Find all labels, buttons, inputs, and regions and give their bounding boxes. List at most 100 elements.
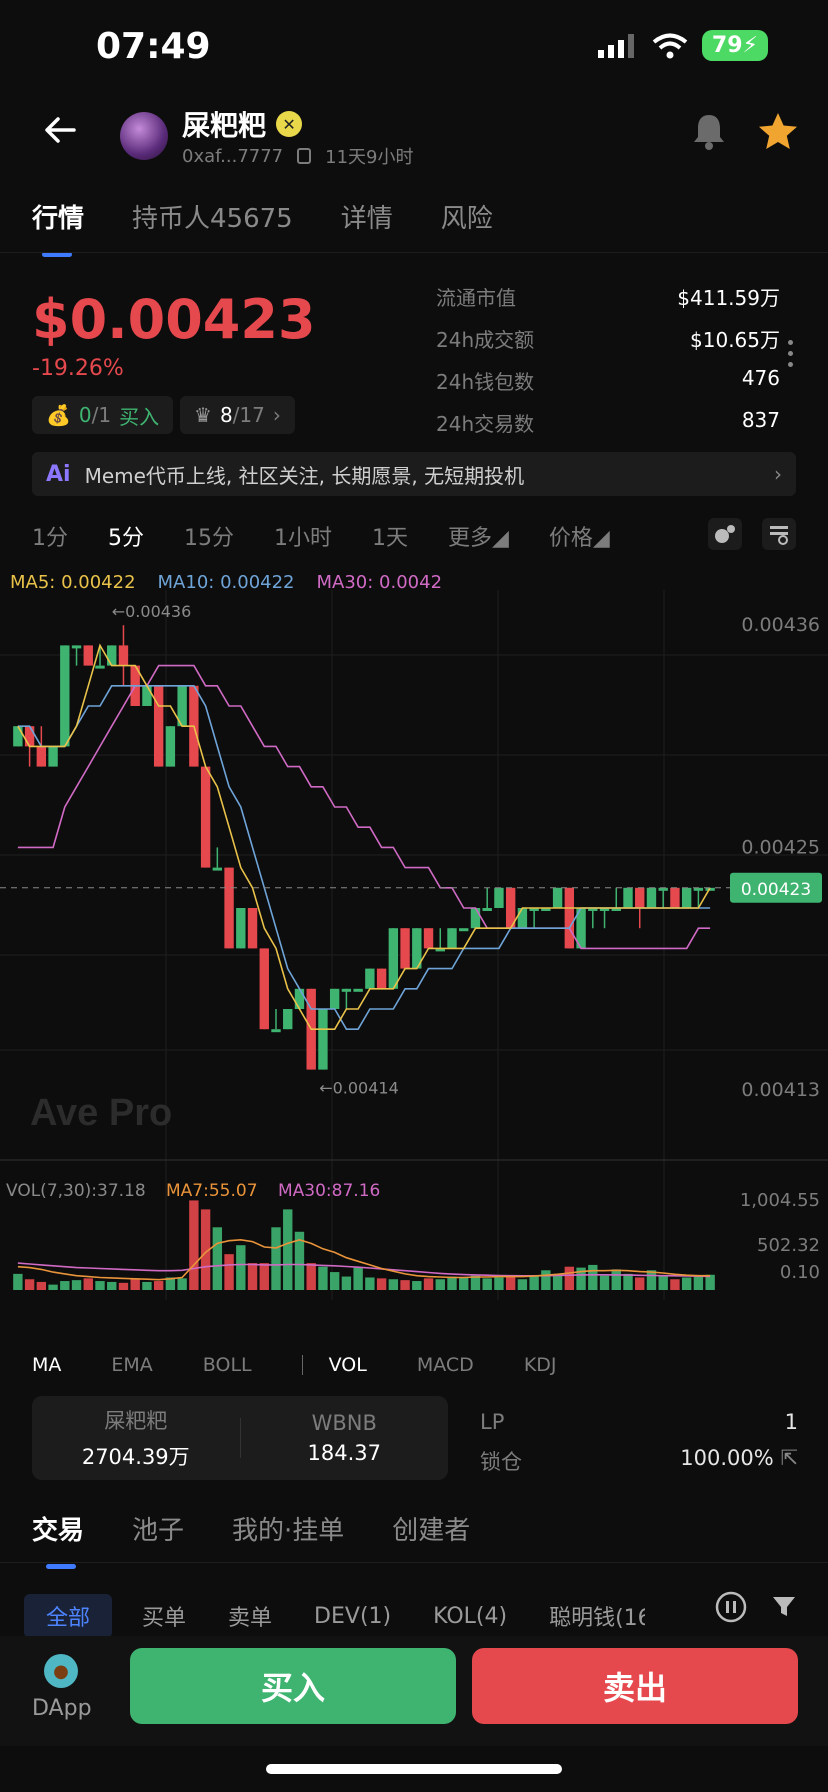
filter-buys[interactable]: 买单 <box>142 1600 186 1632</box>
ai-summary-banner[interactable]: Ai Meme代币上线, 社区关注, 长期愿景, 无短期投机 › <box>32 452 796 496</box>
tab-holders[interactable]: 持币人45675 <box>132 198 293 235</box>
candle-body <box>259 948 269 1030</box>
tab-pools[interactable]: 池子 <box>132 1510 184 1547</box>
bell-icon[interactable] <box>688 110 730 152</box>
candle-body <box>635 887 645 908</box>
vol-axis-label: 1,004.55 <box>740 1190 820 1211</box>
money-bag-icon: 💰 <box>46 403 71 427</box>
contract-address: 0xaf...7777 <box>182 145 284 167</box>
volume-bar <box>118 1282 129 1290</box>
bubble-icon[interactable] <box>708 518 742 550</box>
candle-body <box>341 988 352 992</box>
candle-body <box>13 726 23 747</box>
indicator-ma[interactable]: MA <box>32 1354 61 1376</box>
stat-row: 流通市值 $411.59万 <box>436 282 780 324</box>
timeframe-more[interactable]: 更多◢ <box>448 520 509 552</box>
copy-icon[interactable] <box>297 148 312 164</box>
token-avatar <box>120 112 168 160</box>
candle-body <box>142 685 152 706</box>
volume-bar <box>505 1276 516 1290</box>
volume-bar <box>353 1267 363 1290</box>
filter-sells[interactable]: 卖单 <box>228 1600 272 1632</box>
sell-button[interactable]: 卖出 <box>472 1648 798 1724</box>
candle-body <box>165 726 176 767</box>
pause-icon[interactable] <box>714 1590 748 1624</box>
tab-creator[interactable]: 创建者 <box>392 1510 470 1547</box>
volume-bar <box>212 1227 223 1290</box>
buy-button[interactable]: 买入 <box>130 1648 456 1724</box>
chevron-right-icon: › <box>774 462 782 486</box>
pancake-icon[interactable]: ● <box>44 1654 78 1688</box>
current-price: $0.00423 <box>32 288 316 351</box>
tab-my-orders[interactable]: 我的·挂单 <box>232 1510 344 1547</box>
indicator-vol[interactable]: VOL <box>329 1354 367 1376</box>
more-options-icon[interactable] <box>788 340 796 373</box>
timeframe-15m[interactable]: 15分 <box>184 520 234 552</box>
candle-body <box>517 908 528 929</box>
pool-token-a-value: 2704.39万 <box>81 1445 190 1469</box>
volume-bar <box>447 1276 457 1290</box>
candle-body <box>623 887 633 908</box>
volume-bar <box>236 1245 246 1290</box>
vol-axis-label: 0.10 <box>780 1262 820 1283</box>
back-arrow-icon[interactable] <box>40 110 80 150</box>
candle-body <box>36 746 47 767</box>
tab-market[interactable]: 行情 <box>32 198 84 257</box>
filter-all[interactable]: 全部 <box>24 1594 113 1638</box>
indicator-boll[interactable]: BOLL <box>203 1354 252 1376</box>
star-icon[interactable] <box>756 110 800 154</box>
filter-dev[interactable]: DEV(1) <box>314 1604 391 1629</box>
indicator-kdj[interactable]: KDJ <box>524 1354 557 1376</box>
stat-label: 24h成交额 <box>436 328 535 352</box>
price-axis-label: 0.00436 <box>741 614 820 636</box>
crown-count-chip[interactable]: ♛ 8/17 › <box>180 396 295 434</box>
volume-bar <box>529 1275 539 1290</box>
filter-kol[interactable]: KOL(4) <box>433 1604 507 1629</box>
lock-value: 100.00% <box>680 1446 774 1470</box>
timeframe-1d[interactable]: 1天 <box>372 520 408 552</box>
chip1-count: 0 <box>78 403 92 427</box>
filter-smart-money[interactable]: 聪明钱(16 <box>549 1600 645 1632</box>
candle-body <box>271 1029 281 1033</box>
candle-body <box>200 766 211 868</box>
filter-icon[interactable] <box>770 1592 798 1620</box>
volume-bar <box>693 1276 704 1290</box>
price-chart[interactable]: Ave Pro 0.00423 0.00436 0.00425 0.00413 ←0.00… <box>0 590 828 1300</box>
volume-bar <box>271 1227 281 1290</box>
volume-bar <box>341 1276 352 1290</box>
dapp-label[interactable]: DApp <box>32 1696 92 1721</box>
indicator-ema[interactable]: EMA <box>111 1354 152 1376</box>
candle-body <box>494 887 504 908</box>
volume-bar <box>670 1279 680 1290</box>
signal-icon <box>597 33 634 58</box>
token-title: 屎粑粑 ✕ <box>182 104 303 144</box>
candle-body <box>95 665 105 669</box>
candle-body <box>365 968 375 989</box>
timeframe-1m[interactable]: 1分 <box>32 520 68 552</box>
buy-count-chip[interactable]: 💰 0/1 买入 <box>32 396 174 434</box>
volume-bar <box>588 1264 598 1290</box>
stat-value: 476 <box>741 366 780 390</box>
volume-bar <box>400 1280 410 1290</box>
lock-value-group[interactable]: 100.00% ⇱ <box>680 1446 798 1476</box>
home-indicator <box>266 1764 562 1774</box>
tab-trades[interactable]: 交易 <box>32 1510 84 1569</box>
candle-body <box>83 645 93 666</box>
tab-details[interactable]: 详情 <box>341 198 393 235</box>
candle-body <box>294 988 305 1009</box>
volume-bar <box>494 1277 504 1290</box>
status-time: 07:49 <box>96 26 211 67</box>
chart-settings-icon[interactable] <box>762 518 796 550</box>
timeframe-5m[interactable]: 5分 <box>108 520 144 552</box>
timeframe-1h[interactable]: 1小时 <box>274 520 332 552</box>
candle-body <box>118 645 129 666</box>
volume-bar <box>423 1278 434 1290</box>
lock-label: 锁仓 <box>480 1450 522 1474</box>
volume-bar <box>306 1263 316 1290</box>
status-icons: 79⚡ <box>597 30 768 61</box>
indicator-macd[interactable]: MACD <box>417 1354 474 1376</box>
price-mode[interactable]: 价格◢ <box>549 520 610 552</box>
volume-bar <box>459 1277 469 1290</box>
candle-body <box>646 887 657 908</box>
tab-risk[interactable]: 风险 <box>441 198 493 235</box>
